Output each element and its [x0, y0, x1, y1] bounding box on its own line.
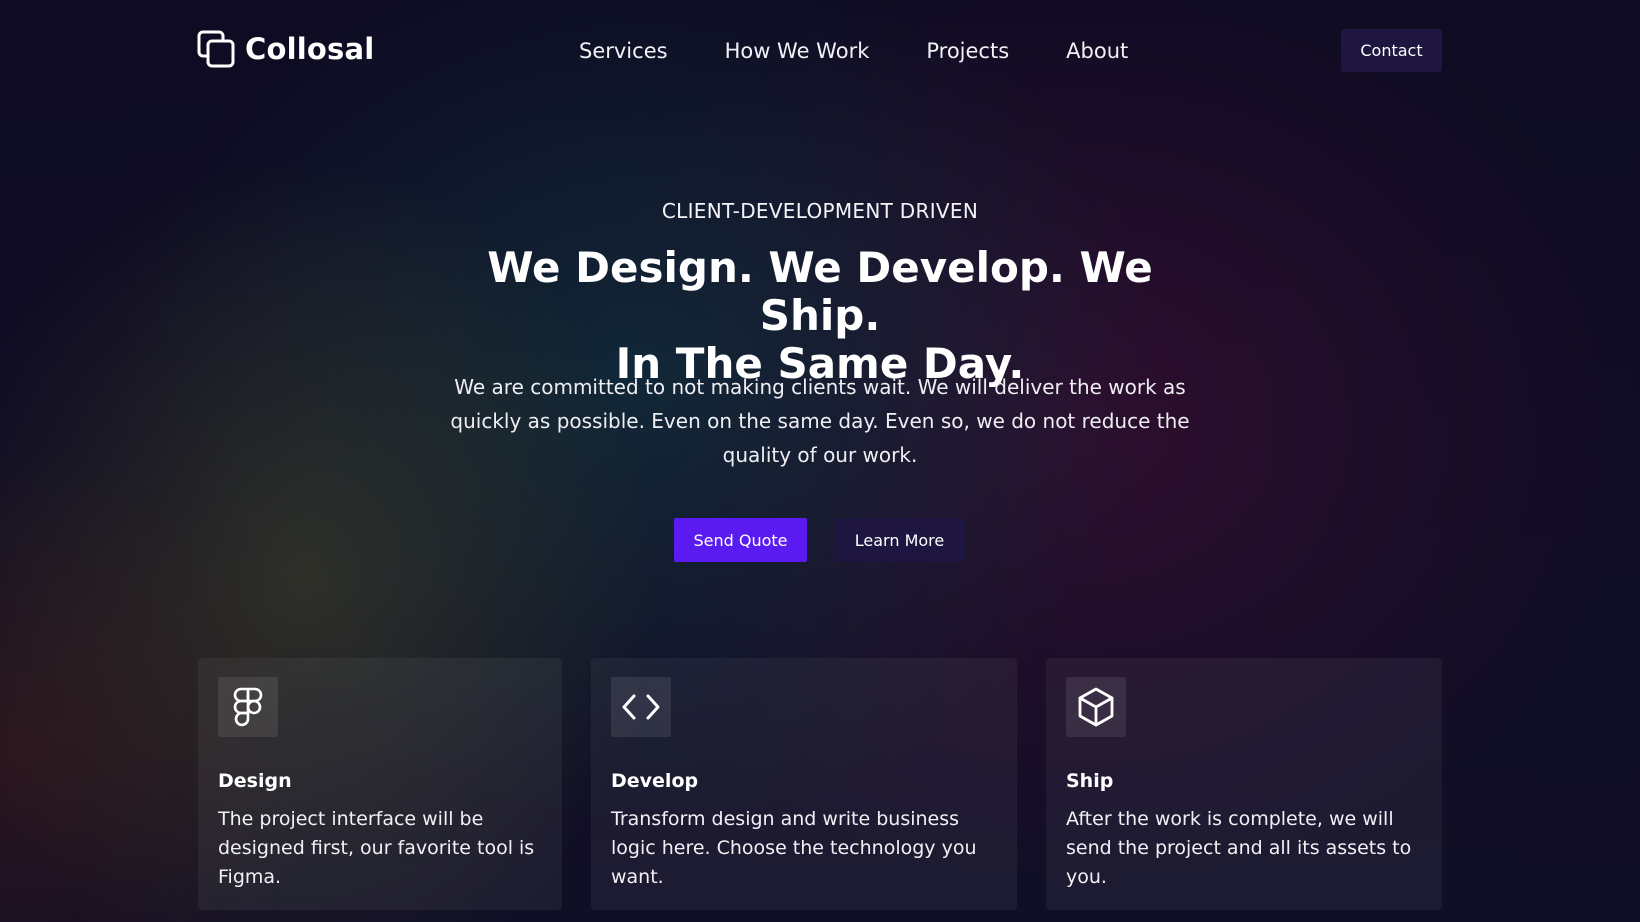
feature-text: Transform design and write business logi… [611, 808, 977, 888]
hero-title-line-1: We Design. We Develop. We Ship. [487, 243, 1153, 340]
box-icon [1066, 677, 1126, 737]
feature-card-ship: Ship After the work is complete, we will… [1046, 658, 1442, 910]
main-nav: Services How We Work Projects About [579, 34, 1128, 68]
nav-item-about[interactable]: About [1066, 34, 1128, 68]
feature-text: The project interface will be designed f… [218, 808, 535, 888]
feature-text: After the work is complete, we will send… [1066, 808, 1412, 888]
feature-card-design: Design The project interface will be des… [198, 658, 562, 910]
feature-title: Design [218, 770, 292, 792]
figma-icon [218, 677, 278, 737]
site-header: Collosal Services How We Work Projects A… [0, 0, 1640, 100]
feature-title: Develop [611, 770, 699, 792]
hero-title: We Design. We Develop. We Ship. In The S… [420, 244, 1220, 388]
hero-subtitle: We are committed to not making clients w… [450, 375, 1190, 467]
stacked-squares-icon [197, 30, 235, 68]
feature-card-develop: Develop Transform design and write busin… [591, 658, 1017, 910]
send-quote-button[interactable]: Send Quote [674, 518, 807, 562]
brand-name: Collosal [245, 32, 375, 66]
learn-more-button[interactable]: Learn More [834, 518, 965, 562]
contact-button[interactable]: Contact [1341, 29, 1442, 72]
code-icon [611, 677, 671, 737]
nav-item-projects[interactable]: Projects [926, 34, 1009, 68]
feature-title: Ship [1066, 770, 1114, 792]
nav-item-how-we-work[interactable]: How We Work [725, 34, 870, 68]
hero-eyebrow: CLIENT-DEVELOPMENT DRIVEN [661, 199, 979, 223]
brand-logo[interactable]: Collosal [197, 30, 374, 68]
nav-item-services[interactable]: Services [579, 34, 668, 68]
